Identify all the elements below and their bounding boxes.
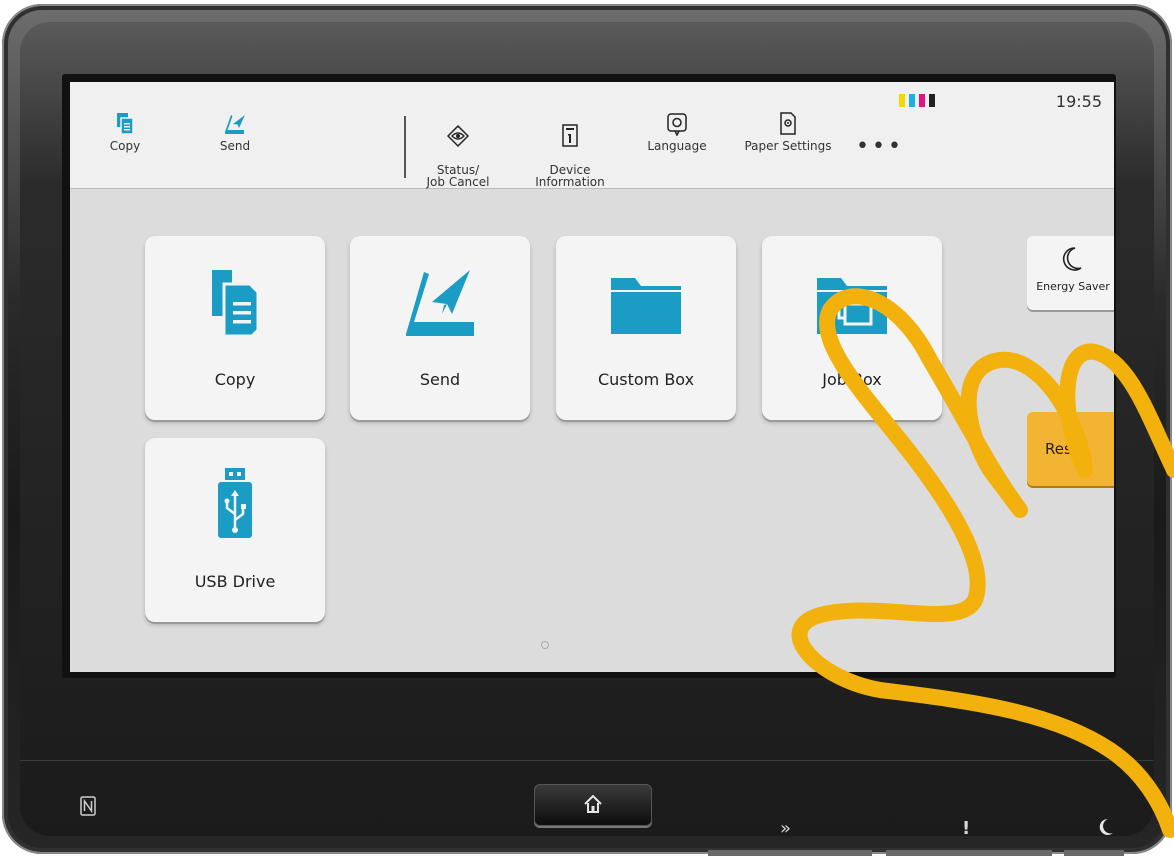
send-tile[interactable]: Send — [350, 236, 530, 420]
topbar-paper-settings-button[interactable]: Paper Settings — [738, 112, 838, 152]
topbar-divider — [404, 116, 406, 178]
reset-button[interactable]: Reset — [1027, 412, 1114, 486]
custom-box-tile-label: Custom Box — [597, 370, 695, 389]
send-icon — [225, 115, 245, 134]
topbar-device-information-button[interactable]: Device Information — [528, 112, 612, 188]
attention-icon: ! — [962, 818, 971, 839]
home-button[interactable] — [534, 784, 652, 826]
custom-box-tile[interactable]: Custom Box — [556, 236, 736, 420]
hardware-key-strip — [1064, 850, 1124, 856]
topbar-paper-label: Paper Settings — [744, 139, 832, 153]
reset-label: Reset — [1045, 440, 1087, 458]
hardware-key-strip — [886, 850, 1052, 856]
topbar-send-label: Send — [219, 139, 251, 153]
job-box-tile-label: Job Box — [822, 370, 882, 389]
home-icon — [584, 794, 602, 813]
status-eye-icon — [447, 124, 469, 148]
toner-magenta — [919, 94, 925, 107]
language-icon — [667, 113, 687, 136]
hardware-divider-line — [20, 760, 1154, 761]
copy-icon — [117, 113, 134, 135]
topbar-language-label: Language — [647, 139, 707, 153]
topbar-copy-button[interactable]: Copy — [100, 112, 150, 152]
more-options-button[interactable]: ••• — [856, 134, 904, 159]
toner-levels — [899, 94, 935, 107]
send-tile-label: Send — [419, 370, 461, 389]
moon-icon — [1062, 247, 1082, 271]
toner-cyan — [909, 94, 915, 107]
folder-icon — [611, 278, 681, 334]
nfc-icon — [80, 796, 96, 816]
topbar-copy-label: Copy — [109, 139, 141, 153]
forward-icon[interactable]: » — [780, 818, 791, 839]
paper-settings-icon — [780, 112, 796, 135]
usb-drive-tile[interactable]: USB Drive — [145, 438, 325, 622]
sleep-moon-icon[interactable] — [1098, 818, 1114, 836]
job-box-icon — [817, 278, 887, 334]
job-box-tile[interactable]: Job Box — [762, 236, 942, 420]
energy-saver-button[interactable]: Energy Saver — [1027, 236, 1114, 310]
send-icon — [406, 270, 474, 336]
toner-yellow — [899, 94, 905, 107]
usb-drive-icon — [218, 468, 252, 538]
hardware-key-strip — [708, 850, 872, 856]
page-indicator-dot — [541, 641, 549, 649]
device-info-icon — [562, 124, 578, 147]
copy-tile[interactable]: Copy — [145, 236, 325, 420]
topbar-status-job-cancel-button[interactable]: Status/ Job Cancel — [418, 112, 498, 188]
toner-black — [929, 94, 935, 107]
copy-icon — [212, 270, 260, 338]
copy-tile-label: Copy — [214, 370, 256, 389]
topbar-language-button[interactable]: Language — [644, 112, 710, 152]
usb-drive-tile-label: USB Drive — [194, 572, 276, 591]
topbar-status-label: Status/ Job Cancel — [426, 163, 490, 189]
topbar-device-label: Device Information — [535, 163, 605, 189]
touch-screen: 19:55 Copy Send Status/ Job Cancel Devic… — [70, 82, 1114, 672]
energy-saver-label: Energy Saver — [1036, 280, 1110, 293]
topbar-send-button[interactable]: Send — [210, 112, 260, 152]
clock: 19:55 — [1055, 92, 1102, 111]
top-bar: 19:55 Copy Send Status/ Job Cancel Devic… — [70, 82, 1114, 189]
